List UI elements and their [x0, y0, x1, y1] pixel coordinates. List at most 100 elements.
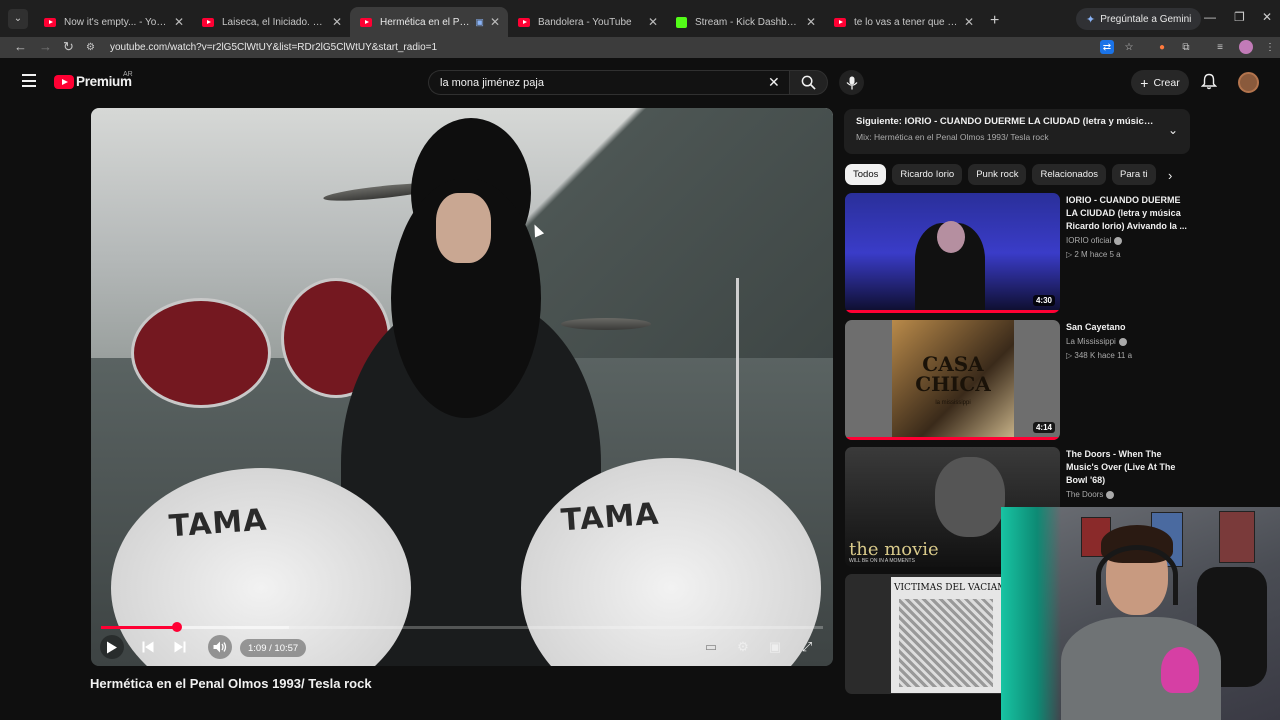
play-button[interactable]: [100, 635, 124, 659]
chip-relacionados[interactable]: Relacionados: [1032, 164, 1107, 185]
search-input[interactable]: la mona jiménez paja: [428, 70, 790, 95]
browser-menu-icon[interactable]: ⋮: [1263, 40, 1277, 54]
duration-badge: 4:14: [1032, 422, 1055, 433]
played-bar: [101, 626, 177, 629]
notifications-bell-icon[interactable]: [1201, 73, 1217, 90]
url-text: youtube.com/watch?v=r2lG5ClWtUY&list=RDr…: [110, 41, 438, 53]
previous-icon: [142, 641, 154, 653]
new-tab-icon[interactable]: +: [990, 12, 999, 30]
video-thumbnail[interactable]: CASA CHICA la mississippi 4:14: [845, 320, 1060, 440]
extensions-puzzle-icon[interactable]: ⧉: [1179, 40, 1193, 54]
minimize-icon[interactable]: —: [1204, 10, 1216, 24]
recommendation-title[interactable]: San Cayetano: [1066, 321, 1192, 334]
youtube-favicon-icon: [44, 17, 56, 27]
country-code: AR: [123, 71, 133, 78]
tab-close-icon[interactable]: ✕: [174, 15, 184, 29]
url-field[interactable]: ⚙ youtube.com/watch?v=r2lG5ClWtUY&list=R…: [86, 37, 1148, 57]
chip-todos[interactable]: Todos: [845, 164, 887, 185]
youtube-favicon-icon: [202, 17, 214, 27]
restore-icon[interactable]: ❐: [1234, 10, 1245, 24]
theater-mode-icon[interactable]: ▣: [763, 635, 787, 659]
forward-icon[interactable]: →: [39, 39, 52, 54]
gemini-button[interactable]: ✦ Pregúntale a Gemini: [1076, 8, 1202, 30]
youtube-logo-icon[interactable]: [54, 75, 74, 89]
video-meta: ▷ 348 K hace 11 a: [1066, 351, 1133, 360]
search-icon: [801, 75, 816, 90]
scrubber-knob[interactable]: [171, 622, 182, 632]
volume-button[interactable]: [208, 635, 232, 659]
rgb-light: [1001, 507, 1061, 720]
tab-close-icon[interactable]: ✕: [964, 15, 974, 29]
chip-ricardo-iorio[interactable]: Ricardo Iorio: [892, 164, 963, 185]
tab-close-icon[interactable]: ✕: [490, 15, 500, 29]
tab-search-icon[interactable]: ⌄: [8, 8, 28, 29]
video-player[interactable]: TAMA TAMA 1:09 / 10:57 ▭ ⚙ ▣ ⤢: [91, 108, 833, 666]
profile-avatar[interactable]: [1239, 40, 1253, 54]
tab-close-icon[interactable]: ✕: [806, 15, 816, 29]
tab-title: Stream - Kick Dashboard: [695, 16, 800, 28]
thumbnail-subtext: WILL BE ON IN A MOMENTS: [849, 558, 915, 564]
browser-tab[interactable]: Now it's empty... - YouTube ✕: [34, 7, 192, 37]
media-controls-icon[interactable]: ≡: [1213, 40, 1227, 54]
album-cover: CASA CHICA la mississippi: [892, 320, 1014, 440]
reload-icon[interactable]: ↻: [63, 39, 74, 55]
youtube-favicon-icon: [834, 17, 846, 27]
voice-search-button[interactable]: [839, 70, 864, 95]
drum-brand-logo: TAMA: [167, 502, 269, 545]
thumbnail-figure: [935, 457, 1005, 537]
chip-para-ti[interactable]: Para ti: [1112, 164, 1156, 185]
webcam-overlay: [1001, 507, 1280, 720]
mix-name: Mix: Hermética en el Penal Olmos 1993/ T…: [856, 132, 1049, 142]
settings-gear-icon[interactable]: ⚙: [731, 635, 755, 659]
search-button[interactable]: [789, 70, 828, 95]
chevron-right-icon[interactable]: ›: [1168, 168, 1172, 183]
tab-close-icon[interactable]: ✕: [648, 15, 658, 29]
browser-tab[interactable]: Bandolera - YouTube ✕: [508, 7, 666, 37]
translate-icon[interactable]: ⇄: [1100, 40, 1114, 54]
gemini-icon: ✦: [1086, 13, 1096, 26]
menu-icon[interactable]: [22, 74, 36, 91]
tab-title: Bandolera - YouTube: [538, 16, 632, 28]
youtube-favicon-icon: [360, 17, 372, 27]
filter-chips: Todos Ricardo Iorio Punk rock Relacionad…: [845, 164, 1162, 186]
recommendation-title[interactable]: The Doors - When The Music's Over (Live …: [1066, 448, 1192, 487]
account-avatar[interactable]: [1238, 72, 1259, 93]
browser-tab[interactable]: Laiseca, el Iniciado. Discípulos ✕: [192, 7, 350, 37]
subtitles-icon[interactable]: ▭: [699, 635, 723, 659]
browser-tab[interactable]: Stream - Kick Dashboard ✕: [666, 7, 824, 37]
create-label: Crear: [1153, 76, 1180, 89]
search-query: la mona jiménez paja: [440, 76, 544, 89]
bookmark-star-icon[interactable]: ☆: [1122, 40, 1136, 54]
close-window-icon[interactable]: ✕: [1262, 10, 1272, 24]
create-button[interactable]: + Crear: [1131, 70, 1189, 95]
channel-name[interactable]: IORIO oficial: [1066, 236, 1123, 245]
next-button[interactable]: [168, 635, 192, 659]
channel-name[interactable]: The Doors: [1066, 490, 1115, 499]
chevron-down-icon[interactable]: ⌄: [1168, 123, 1178, 137]
recommendation-item[interactable]: CASA CHICA la mississippi 4:14 San Cayet…: [845, 320, 1190, 440]
tab-close-icon[interactable]: ✕: [332, 15, 342, 29]
watched-bar: [845, 310, 1060, 313]
extension-icon[interactable]: ●: [1155, 40, 1169, 54]
thumbnail-text: the movie: [849, 539, 939, 560]
drum-brand-logo: TAMA: [559, 496, 661, 539]
volume-icon: [213, 641, 227, 653]
previous-button[interactable]: [136, 635, 160, 659]
fullscreen-icon[interactable]: ⤢: [795, 635, 819, 659]
verified-icon: [1118, 337, 1127, 346]
video-thumbnail[interactable]: 4:30: [845, 193, 1060, 313]
video-title: Hermética en el Penal Olmos 1993/ Tesla …: [90, 676, 372, 691]
browser-tab-active[interactable]: Hermética en el Penal Olmos ▣ ✕: [350, 7, 508, 37]
up-next-panel[interactable]: Siguiente: IORIO - CUANDO DUERME LA CIUD…: [844, 109, 1190, 154]
browser-tab[interactable]: te lo vas a tener que meter en el ✕: [824, 7, 982, 37]
progress-bar[interactable]: [101, 622, 823, 632]
chip-punk-rock[interactable]: Punk rock: [968, 164, 1027, 185]
recommendation-item[interactable]: 4:30 IORIO - CUANDO DUERME LA CIUDAD (le…: [845, 193, 1190, 313]
play-icon: [107, 641, 117, 653]
channel-name[interactable]: La Mississippi: [1066, 337, 1127, 346]
recommendation-title[interactable]: IORIO - CUANDO DUERME LA CIUDAD (letra y…: [1066, 194, 1192, 233]
tab-title: te lo vas a tener que meter en el: [854, 16, 958, 28]
clear-search-icon[interactable]: ✕: [768, 74, 780, 91]
site-info-icon[interactable]: ⚙: [86, 42, 100, 53]
back-icon[interactable]: ←: [14, 39, 27, 54]
